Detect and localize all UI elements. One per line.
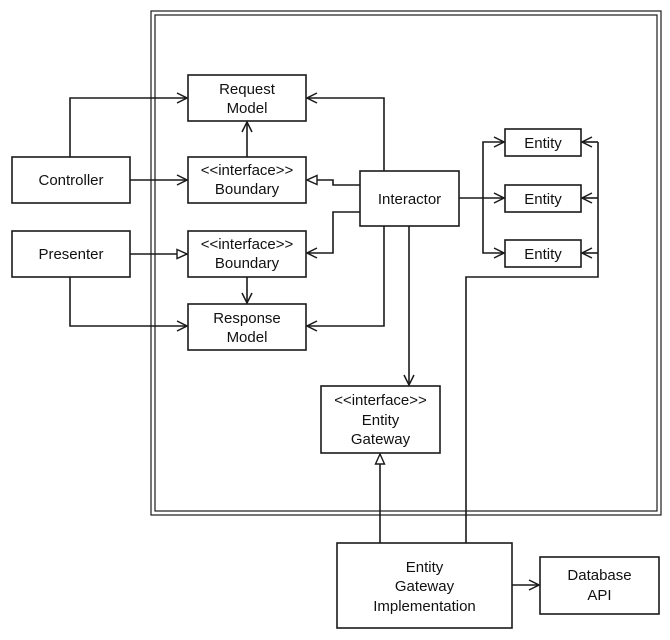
node-label: Model [227, 329, 268, 346]
node-label: Interactor [378, 191, 441, 208]
node-entity-gateway[interactable]: <<interface>> Entity Gateway [320, 385, 441, 454]
node-entity-3[interactable]: Entity [504, 239, 582, 268]
node-stereotype: <<interface>> [201, 236, 294, 253]
clean-architecture-diagram: Controller Presenter Request Model <<int… [11, 10, 662, 629]
node-label: Entity [524, 191, 562, 208]
node-stereotype: <<interface>> [334, 392, 427, 409]
node-label: Entity [524, 135, 562, 152]
node-label: Presenter [38, 246, 103, 263]
edge-interactor-response-model [307, 226, 385, 326]
node-label: Response [213, 310, 281, 327]
node-label: Controller [38, 172, 103, 189]
node-interactor[interactable]: Interactor [359, 170, 460, 227]
node-label: Entity [362, 412, 400, 429]
node-label: Request [219, 81, 276, 98]
node-entity-2[interactable]: Entity [504, 184, 582, 213]
node-label: Entity [406, 559, 444, 576]
node-output-boundary[interactable]: <<interface>> Boundary [187, 230, 307, 278]
node-request-model[interactable]: Request Model [187, 74, 307, 122]
edge-interactor-output-boundary [307, 211, 360, 253]
node-label: Boundary [215, 181, 280, 198]
edge-controller-request-model [69, 98, 187, 157]
node-label: Boundary [215, 255, 280, 272]
node-input-boundary[interactable]: <<interface>> Boundary [187, 156, 307, 204]
node-entity-1[interactable]: Entity [504, 128, 582, 157]
node-label: Gateway [351, 431, 411, 448]
node-controller[interactable]: Controller [11, 156, 131, 204]
edge-interactor-request-model [307, 98, 385, 171]
edges [69, 98, 599, 585]
node-label: Gateway [395, 578, 455, 595]
node-entity-gateway-implementation[interactable]: Entity Gateway Implementation [336, 542, 513, 629]
node-label: Model [227, 100, 268, 117]
node-database-api[interactable]: Database API [539, 556, 660, 615]
edge-presenter-response-model [69, 277, 187, 326]
edge-interactor-input-boundary [307, 180, 360, 186]
node-stereotype: <<interface>> [201, 162, 294, 179]
node-label: API [587, 587, 611, 604]
node-presenter[interactable]: Presenter [11, 230, 131, 278]
node-response-model[interactable]: Response Model [187, 303, 307, 351]
node-label: Implementation [373, 598, 476, 615]
node-label: Database [567, 567, 631, 584]
edge-interactor-entity-3 [482, 198, 504, 253]
edge-interactor-entity-1 [482, 142, 504, 198]
node-label: Entity [524, 246, 562, 263]
